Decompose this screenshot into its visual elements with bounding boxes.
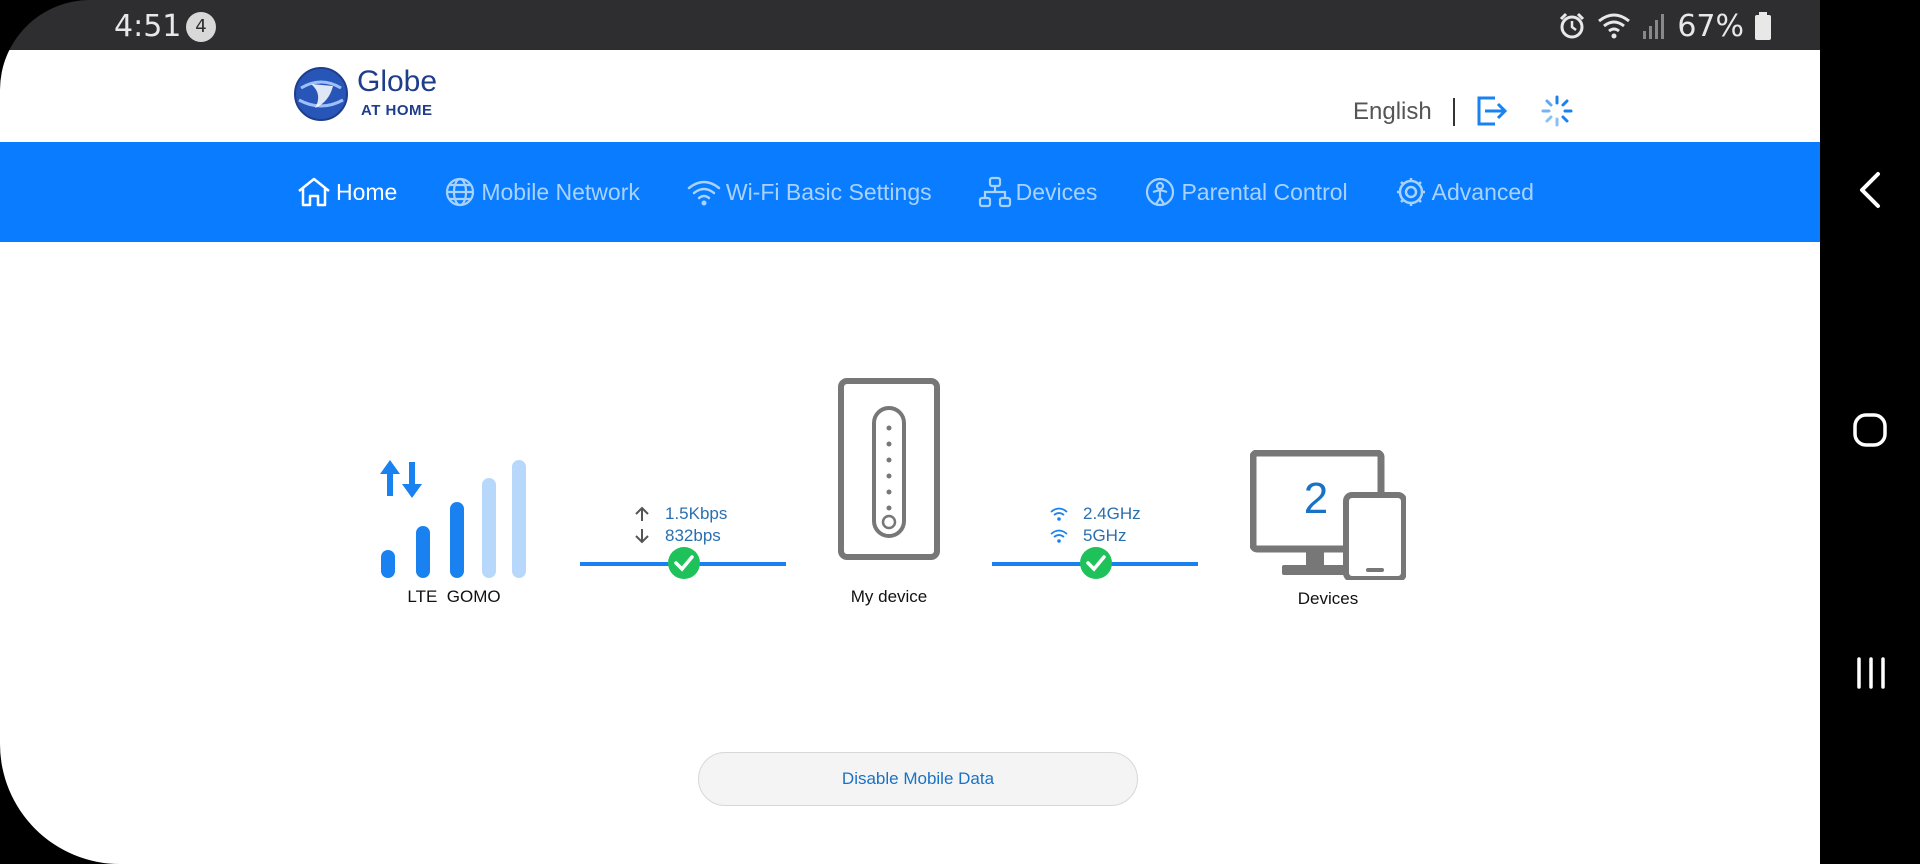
recent-apps-icon[interactable] (1854, 656, 1888, 690)
router-device-icon[interactable] (838, 378, 940, 560)
nav-label: Devices (1015, 178, 1098, 205)
upload-rate-row: 1.5Kbps (633, 504, 727, 524)
nav-label: Wi-Fi Basic Settings (725, 178, 932, 205)
nav-devices[interactable]: Devices (978, 176, 1098, 208)
globe-icon (446, 177, 475, 207)
nav-label: Home (336, 178, 398, 205)
disable-mobile-data-button[interactable]: Disable Mobile Data (698, 752, 1138, 806)
band-24ghz: 2.4GHz (1083, 504, 1141, 523)
home-circle-icon[interactable] (1852, 412, 1888, 448)
back-icon[interactable] (1856, 170, 1884, 210)
devices-tree-icon (978, 176, 1011, 208)
logo-title: Globe (357, 65, 438, 98)
download-rate: 832bps (665, 526, 721, 545)
nav-label: Parental Control (1181, 178, 1348, 205)
nav-mobile-network[interactable]: Mobile Network (443, 176, 640, 208)
upload-arrow-icon (635, 506, 649, 521)
main-nav: Home Mobile Network Wi-Fi Basic Settings… (0, 142, 1820, 242)
logout-icon[interactable] (1475, 95, 1509, 127)
router-web-page: Globe AT HOME English Home Mobile Networ… (0, 50, 1820, 864)
nav-label: Mobile Network (481, 178, 640, 205)
home-content: LTE GOMO 1.5Kbps 832bps My device 2.4GHz… (0, 242, 1820, 864)
nav-wifi-basic-settings[interactable]: Wi-Fi Basic Settings (686, 176, 932, 208)
wan-connected-check-icon (668, 547, 700, 579)
wifi-icon (1598, 13, 1631, 39)
parental-icon (1146, 177, 1175, 207)
status-bar: 4:51 4 67% (0, 0, 1820, 50)
gear-icon (1396, 178, 1425, 206)
nav-advanced[interactable]: Advanced (1394, 176, 1534, 208)
header-divider (1453, 98, 1455, 126)
status-icons: 67% (1557, 8, 1772, 44)
device-count: 2 (1303, 474, 1329, 523)
band-24ghz-row: 2.4GHz (1049, 504, 1141, 524)
language-selector[interactable]: English (1353, 98, 1432, 126)
signal-icon (1643, 14, 1665, 39)
page-header: Globe AT HOME English (0, 50, 1820, 142)
router-label: My device (850, 587, 928, 606)
battery-percent: 67% (1677, 8, 1744, 44)
wifi-small-icon (1050, 529, 1068, 543)
notification-count-badge: 4 (186, 12, 216, 42)
logo-subtitle: AT HOME (361, 102, 433, 119)
download-arrow-icon (635, 529, 649, 544)
phone-screen: 4:51 4 67% Globe AT HOME English Home Mo… (0, 0, 1820, 864)
globe-logo[interactable]: Globe AT HOME (293, 66, 437, 122)
nav-label: Advanced (1431, 178, 1534, 205)
devices-label: Devices (1297, 589, 1359, 608)
connected-devices[interactable]: 2 (1250, 450, 1406, 580)
nav-parental-control[interactable]: Parental Control (1143, 176, 1348, 208)
wifi-connected-check-icon (1080, 547, 1112, 579)
globe-logo-icon (294, 67, 348, 121)
lte-signal-icon[interactable] (378, 460, 530, 580)
home-icon (298, 177, 330, 207)
band-5ghz-row: 5GHz (1049, 526, 1126, 546)
download-rate-row: 832bps (633, 526, 721, 546)
upload-rate: 1.5Kbps (665, 504, 728, 523)
nav-home[interactable]: Home (296, 176, 397, 208)
system-nav-bar (1820, 0, 1920, 864)
network-label: LTE GOMO (407, 587, 501, 606)
status-time: 4:51 (114, 9, 182, 44)
wifi-small-icon (1050, 507, 1068, 521)
wifi-icon (687, 180, 721, 206)
band-5ghz: 5GHz (1083, 526, 1127, 545)
loading-spinner-icon (1541, 95, 1573, 127)
alarm-icon (1560, 12, 1585, 39)
battery-icon (1755, 12, 1771, 40)
